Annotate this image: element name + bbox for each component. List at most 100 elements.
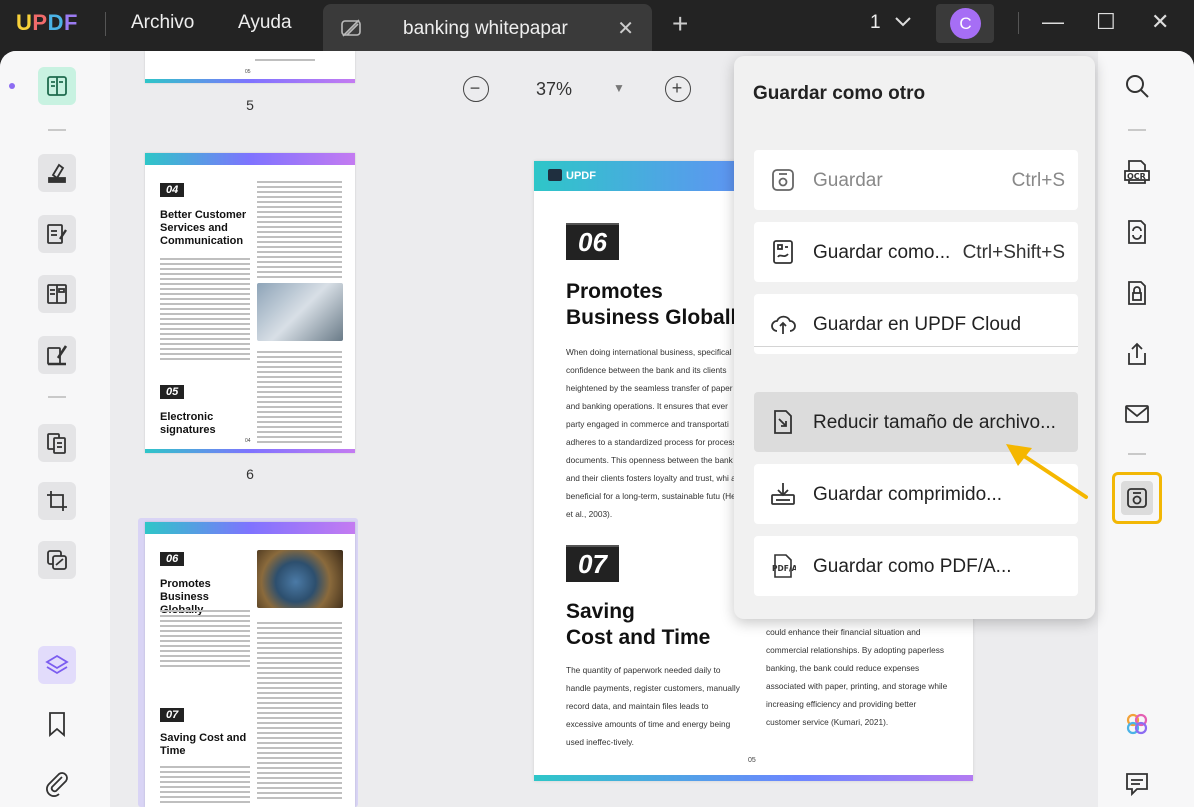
edit-pdf-button[interactable]: [38, 215, 76, 253]
ocr-icon[interactable]: OCR: [1124, 159, 1150, 185]
pages-icon: [47, 433, 66, 454]
page-number: 05: [748, 757, 756, 764]
toolbar-divider: [1128, 129, 1146, 131]
chevron-down-icon: [895, 17, 911, 27]
book-reader-icon: [47, 76, 67, 96]
workspace: 05 5 04 Better Customer Services and Com…: [0, 51, 1194, 807]
updf-logo: UPDF: [16, 10, 78, 35]
save-item[interactable]: Guardar Ctrl+S: [754, 150, 1078, 210]
thumbnail-footer: 05: [245, 69, 251, 75]
title-divider: [105, 12, 106, 36]
sign-pen-icon: [47, 345, 68, 366]
save-as-other-button[interactable]: [1112, 472, 1162, 524]
thumbnail-photo: [257, 283, 343, 341]
thumbnail-page-5[interactable]: 05: [145, 51, 355, 83]
ai-assistant-icon[interactable]: [1124, 711, 1150, 737]
section-body-right: ened, and their liquidity would grow. Do…: [766, 609, 948, 727]
protect-icon[interactable]: [1124, 280, 1150, 306]
save-as-pdfa-item[interactable]: PDF/A Guardar como PDF/A...: [754, 536, 1078, 596]
bookmark-icon[interactable]: [42, 709, 72, 739]
page-logo: UPDF: [548, 169, 596, 182]
attachment-icon[interactable]: [42, 769, 72, 799]
save-icon: [772, 169, 794, 191]
tools-button[interactable]: [38, 541, 76, 579]
close-window-button[interactable]: ✕: [1151, 9, 1169, 35]
comment-tool-button[interactable]: [38, 154, 76, 192]
thumbnail-footer: 04: [245, 438, 251, 444]
email-icon[interactable]: [1124, 401, 1150, 427]
thumbnail-badge: 06: [160, 552, 185, 566]
thumbnail-number: 6: [246, 466, 254, 482]
section-body: When doing international business, speci…: [566, 347, 744, 519]
thumbnail-badge: 05: [160, 385, 185, 399]
document-tab[interactable]: banking whitepapar ✕: [323, 4, 652, 51]
reduce-size-icon: [774, 410, 792, 434]
convert-icon[interactable]: [1124, 219, 1150, 245]
pdf-a-icon: PDF/A: [772, 554, 796, 578]
maximize-button[interactable]: ☐: [1096, 9, 1116, 35]
popup-divider: [754, 346, 1078, 347]
search-icon[interactable]: [1124, 73, 1150, 99]
form-icon: [47, 284, 67, 304]
reduce-file-size-label: Reducir tamaño de archivo...: [813, 412, 1056, 433]
form-tool-button[interactable]: [38, 275, 76, 313]
thumbnail-heading: Electronic signatures: [160, 411, 216, 436]
thumbnail-page-6[interactable]: 04 Better Customer Services and Communic…: [145, 153, 355, 453]
page-indicator-value: 1: [870, 12, 881, 33]
crop-button[interactable]: [38, 482, 76, 520]
save-as-item-shortcut: Ctrl+Shift+S: [962, 242, 1065, 263]
toolbar-divider: [1128, 453, 1146, 455]
fill-sign-button[interactable]: [38, 336, 76, 374]
save-as-item-label: Guardar como...: [813, 242, 951, 263]
toolbar-divider: [48, 396, 66, 398]
thumbnail-badge: 07: [160, 708, 185, 722]
download-box-icon: [771, 483, 795, 505]
arrow-annotation: [1006, 444, 1088, 499]
crop-icon: [47, 491, 67, 511]
section-number: 06: [566, 223, 619, 260]
zoom-out-button[interactable]: −: [463, 76, 489, 102]
toolbar-divider: [48, 129, 66, 131]
zoom-level[interactable]: 37%: [536, 79, 572, 100]
layers-panel-button[interactable]: [38, 646, 76, 684]
popup-title: Guardar como otro: [753, 83, 926, 104]
zoom-dropdown-icon[interactable]: ▼: [613, 81, 625, 95]
left-toolbar: [0, 51, 110, 807]
section-body: The quantity of paperwork needed daily t…: [566, 665, 740, 747]
save-to-cloud-item[interactable]: Guardar en UPDF Cloud: [754, 294, 1078, 354]
new-tab-button[interactable]: +: [672, 8, 688, 40]
tab-close-icon[interactable]: ✕: [617, 16, 634, 41]
avatar: C: [950, 8, 981, 39]
thumbnail-number: 5: [246, 97, 254, 113]
save-as-pdfa-label: Guardar como PDF/A...: [813, 556, 1012, 577]
tab-title: banking whitepapar: [403, 18, 568, 39]
minimize-button[interactable]: —: [1042, 9, 1064, 35]
menu-ayuda[interactable]: Ayuda: [238, 12, 292, 34]
reader-mode-button[interactable]: [38, 67, 76, 105]
share-icon[interactable]: [1124, 341, 1150, 367]
save-item-shortcut: Ctrl+S: [1011, 170, 1065, 191]
thumbnail-badge: 04: [160, 183, 185, 197]
thumbnail-heading: Saving Cost and Time: [160, 732, 247, 757]
svg-text:OCR: OCR: [1127, 172, 1146, 181]
menu-archivo[interactable]: Archivo: [131, 12, 194, 34]
organize-pages-button[interactable]: [38, 424, 76, 462]
save-as-item[interactable]: Guardar como... Ctrl+Shift+S: [754, 222, 1078, 282]
zoom-in-button[interactable]: +: [665, 76, 691, 102]
unsaved-edit-icon: [341, 19, 361, 37]
section-number: 07: [566, 545, 619, 582]
save-item-label: Guardar: [813, 170, 883, 191]
cloud-upload-icon: [771, 315, 796, 334]
edit-document-icon: [47, 224, 67, 244]
thumbnail-heading: Better Customer Services and Communicati…: [160, 209, 247, 247]
account-button[interactable]: C: [936, 4, 994, 43]
layers-icon: [45, 654, 69, 675]
save-as-document-icon: [773, 240, 793, 264]
save-compressed-label: Guardar comprimido...: [813, 484, 1003, 505]
thumbnail-page-7[interactable]: 06 Promotes Business Globally 07 Saving …: [145, 522, 355, 807]
page-indicator[interactable]: 1: [870, 12, 912, 34]
layers-tool-icon: [47, 550, 67, 570]
page-footer: [534, 775, 973, 781]
active-indicator: [9, 83, 15, 89]
comments-panel-icon[interactable]: [1124, 771, 1150, 797]
